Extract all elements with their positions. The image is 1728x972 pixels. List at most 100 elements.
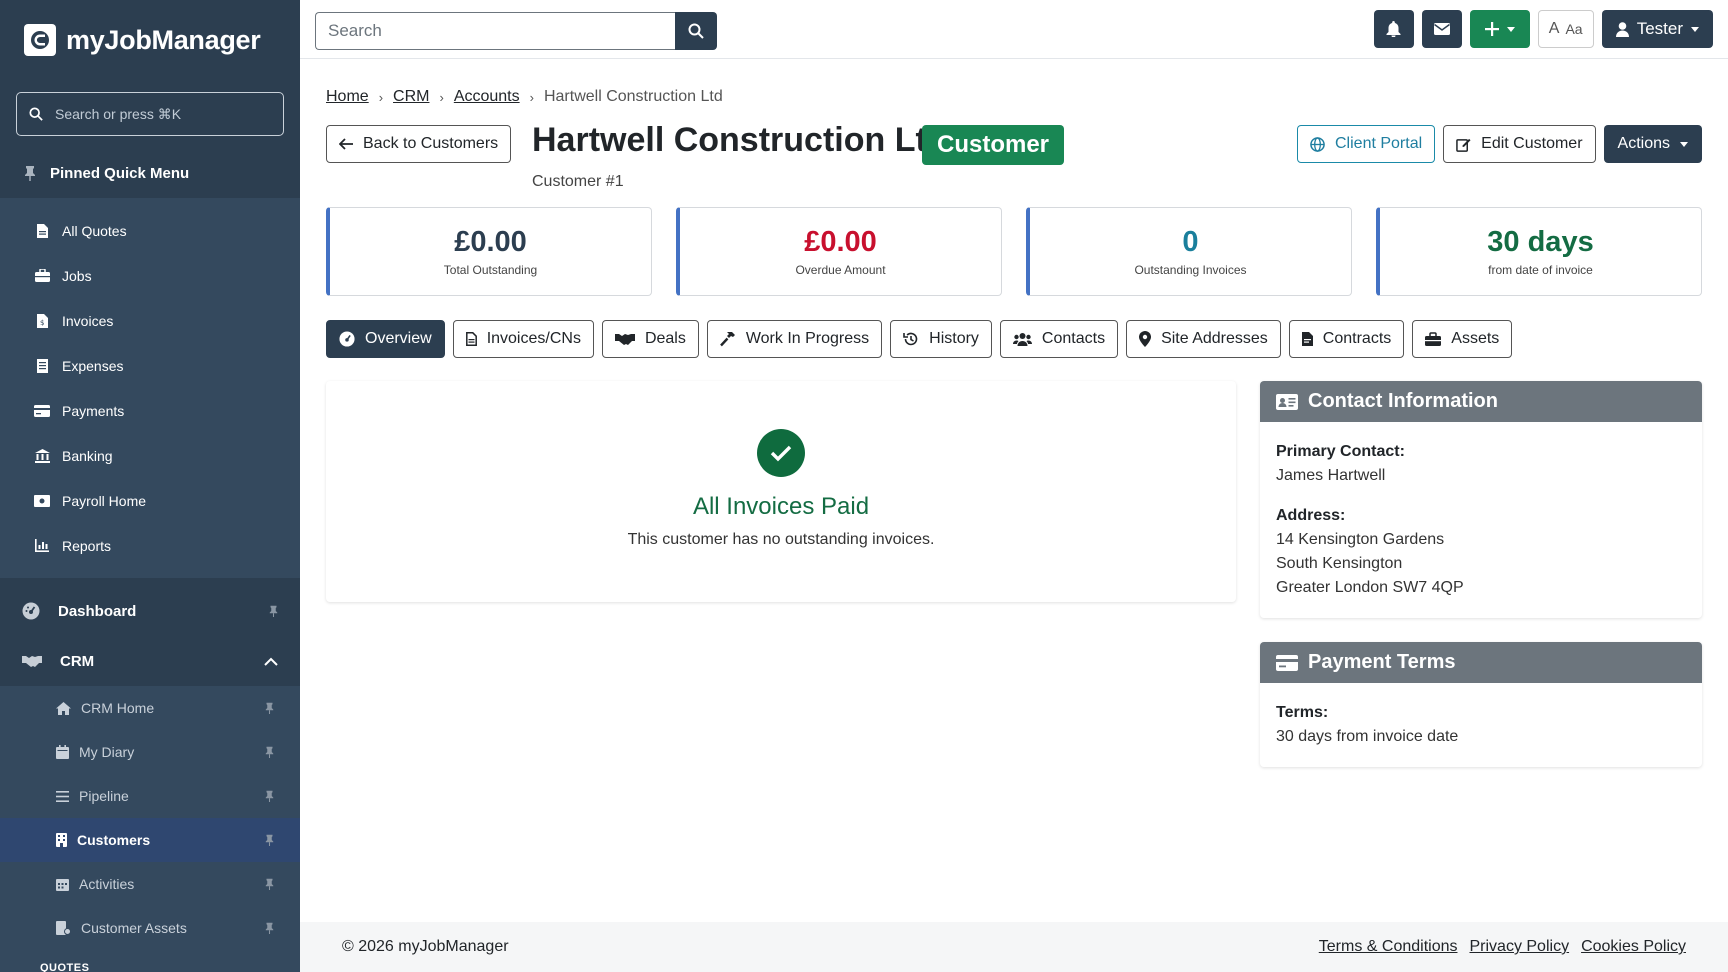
tab-label: History	[929, 330, 979, 347]
breadcrumb-current: Hartwell Construction Ltd	[543, 88, 723, 105]
sidebar-item-expenses[interactable]: Expenses	[0, 343, 300, 388]
messages-button[interactable]	[1421, 10, 1462, 48]
hammer-icon	[719, 331, 736, 347]
sidebar-item-label: My Diary	[79, 744, 135, 760]
sidebar-item-my-diary[interactable]: My Diary	[0, 730, 300, 774]
stat-payment-terms: 30 days from date of invoice	[1376, 207, 1702, 296]
search-input[interactable]	[315, 12, 675, 50]
user-menu-button[interactable]: Tester	[1601, 10, 1713, 48]
create-new-button[interactable]	[1469, 10, 1530, 48]
sidebar-item-activities[interactable]: Activities	[0, 862, 300, 906]
file-icon	[34, 223, 50, 238]
sidebar-item-payments[interactable]: Payments	[0, 388, 300, 433]
back-label: Back to Customers	[363, 135, 499, 152]
tab-site-addresses[interactable]: Site Addresses	[1126, 320, 1281, 358]
tab-label: Invoices/CNs	[486, 330, 581, 347]
tab-label: Overview	[365, 330, 432, 347]
page-header: Back to Customers Hartwell Construction …	[326, 121, 1702, 207]
stat-value: £0.00	[804, 226, 877, 258]
edit-customer-button[interactable]: Edit Customer	[1443, 125, 1596, 163]
tab-history[interactable]: History	[890, 320, 992, 358]
sidebar-item-all-quotes[interactable]: All Quotes	[0, 208, 300, 253]
sidebar-item-payroll-home[interactable]: Payroll Home	[0, 478, 300, 523]
pin-icon[interactable]	[265, 922, 274, 934]
contract-icon	[1301, 332, 1313, 346]
cookies-link[interactable]: Cookies Policy	[1581, 938, 1686, 956]
chevron-up-icon[interactable]	[264, 657, 278, 666]
sidebar-item-label: Customers	[77, 832, 151, 848]
chevron-right-icon: ›	[529, 89, 534, 105]
pin-icon[interactable]	[265, 746, 274, 758]
sidebar-item-customers[interactable]: Customers	[0, 818, 300, 862]
sidebar-item-crm-home[interactable]: CRM Home	[0, 686, 300, 730]
terms-link[interactable]: Terms & Conditions	[1319, 938, 1458, 956]
chart-icon	[34, 539, 50, 552]
stat-label: Overdue Amount	[795, 263, 886, 277]
address-label: Address:	[1276, 507, 1346, 524]
customer-number: Customer #1	[532, 173, 624, 190]
sidebar-item-banking[interactable]: Banking	[0, 433, 300, 478]
tab-deals[interactable]: Deals	[601, 320, 699, 358]
footer: © 2026 myJobManager Terms & Conditions P…	[300, 922, 1728, 972]
actions-dropdown-button[interactable]: Actions	[1603, 125, 1702, 163]
sidebar-item-label: Invoices	[62, 312, 114, 329]
breadcrumb-accounts[interactable]: Accounts	[454, 88, 520, 106]
pinned-label: Pinned Quick Menu	[50, 164, 190, 182]
client-portal-button[interactable]: Client Portal	[1297, 125, 1436, 163]
search-button[interactable]	[675, 12, 717, 50]
sidebar-item-pipeline[interactable]: Pipeline	[0, 774, 300, 818]
breadcrumb-crm[interactable]: CRM	[393, 88, 429, 106]
pin-icon[interactable]	[265, 834, 274, 846]
pinned-quick-menu[interactable]: Pinned Quick Menu	[0, 148, 300, 198]
sidebar-item-crm[interactable]: CRM	[0, 636, 300, 686]
tab-label: Site Addresses	[1161, 330, 1268, 347]
sidebar: myJobManager Search or press ⌘K Pinned Q…	[0, 0, 300, 972]
sidebar-item-jobs[interactable]: Jobs	[0, 253, 300, 298]
sidebar-item-label: All Quotes	[62, 222, 127, 239]
brand-name: myJobManager	[66, 24, 261, 55]
sidebar-search-placeholder: Search or press ⌘K	[55, 105, 182, 122]
invoice-icon: $	[34, 313, 50, 328]
tab-contacts[interactable]: Contacts	[999, 320, 1119, 358]
sidebar-item-label: Pipeline	[79, 788, 129, 804]
edit-icon	[1456, 137, 1471, 152]
client-portal-label: Client Portal	[1335, 135, 1423, 152]
tab-label: Work In Progress	[745, 330, 870, 347]
tab-work-in-progress[interactable]: Work In Progress	[706, 320, 883, 358]
privacy-link[interactable]: Privacy Policy	[1469, 938, 1569, 956]
tab-invoices-cns[interactable]: Invoices/CNs	[452, 320, 594, 358]
top-search	[315, 12, 717, 50]
tab-contracts[interactable]: Contracts	[1288, 320, 1405, 358]
sidebar-item-reports[interactable]: Reports	[0, 523, 300, 568]
brand[interactable]: myJobManager	[0, 0, 300, 80]
font-size-toggle[interactable]: A Aa	[1537, 10, 1594, 48]
building-icon	[56, 833, 67, 847]
caret-down-icon	[1691, 26, 1699, 32]
notifications-button[interactable]	[1373, 10, 1414, 48]
crm-label: CRM	[60, 652, 95, 670]
stat-value: £0.00	[454, 226, 527, 258]
sidebar-item-label: Payments	[62, 402, 125, 419]
tab-overview[interactable]: Overview	[326, 320, 445, 358]
pin-icon[interactable]	[269, 605, 278, 617]
main-content: Home › CRM › Accounts › Hartwell Constru…	[326, 59, 1702, 767]
dashboard-icon	[22, 602, 40, 620]
pin-icon[interactable]	[265, 790, 274, 802]
toolbox-icon	[1425, 332, 1442, 346]
edit-customer-label: Edit Customer	[1481, 135, 1583, 152]
caret-down-icon	[1506, 26, 1515, 32]
top-actions: A Aa Tester	[1373, 10, 1713, 48]
sidebar-item-dashboard[interactable]: Dashboard	[0, 586, 300, 636]
pin-icon[interactable]	[265, 878, 274, 890]
receipt-icon	[34, 358, 50, 373]
sidebar-search[interactable]: Search or press ⌘K	[16, 92, 284, 136]
sidebar-item-customer-assets[interactable]: Customer Assets	[0, 906, 300, 950]
copyright: © 2026 myJobManager	[342, 938, 509, 955]
payment-terms-title: Payment Terms	[1308, 651, 1456, 673]
plus-icon	[1484, 22, 1499, 36]
back-to-customers-button[interactable]: Back to Customers	[326, 125, 512, 163]
sidebar-item-invoices[interactable]: $ Invoices	[0, 298, 300, 343]
breadcrumb-home[interactable]: Home	[326, 88, 369, 106]
pin-icon[interactable]	[265, 702, 274, 714]
tab-assets[interactable]: Assets	[1412, 320, 1513, 358]
